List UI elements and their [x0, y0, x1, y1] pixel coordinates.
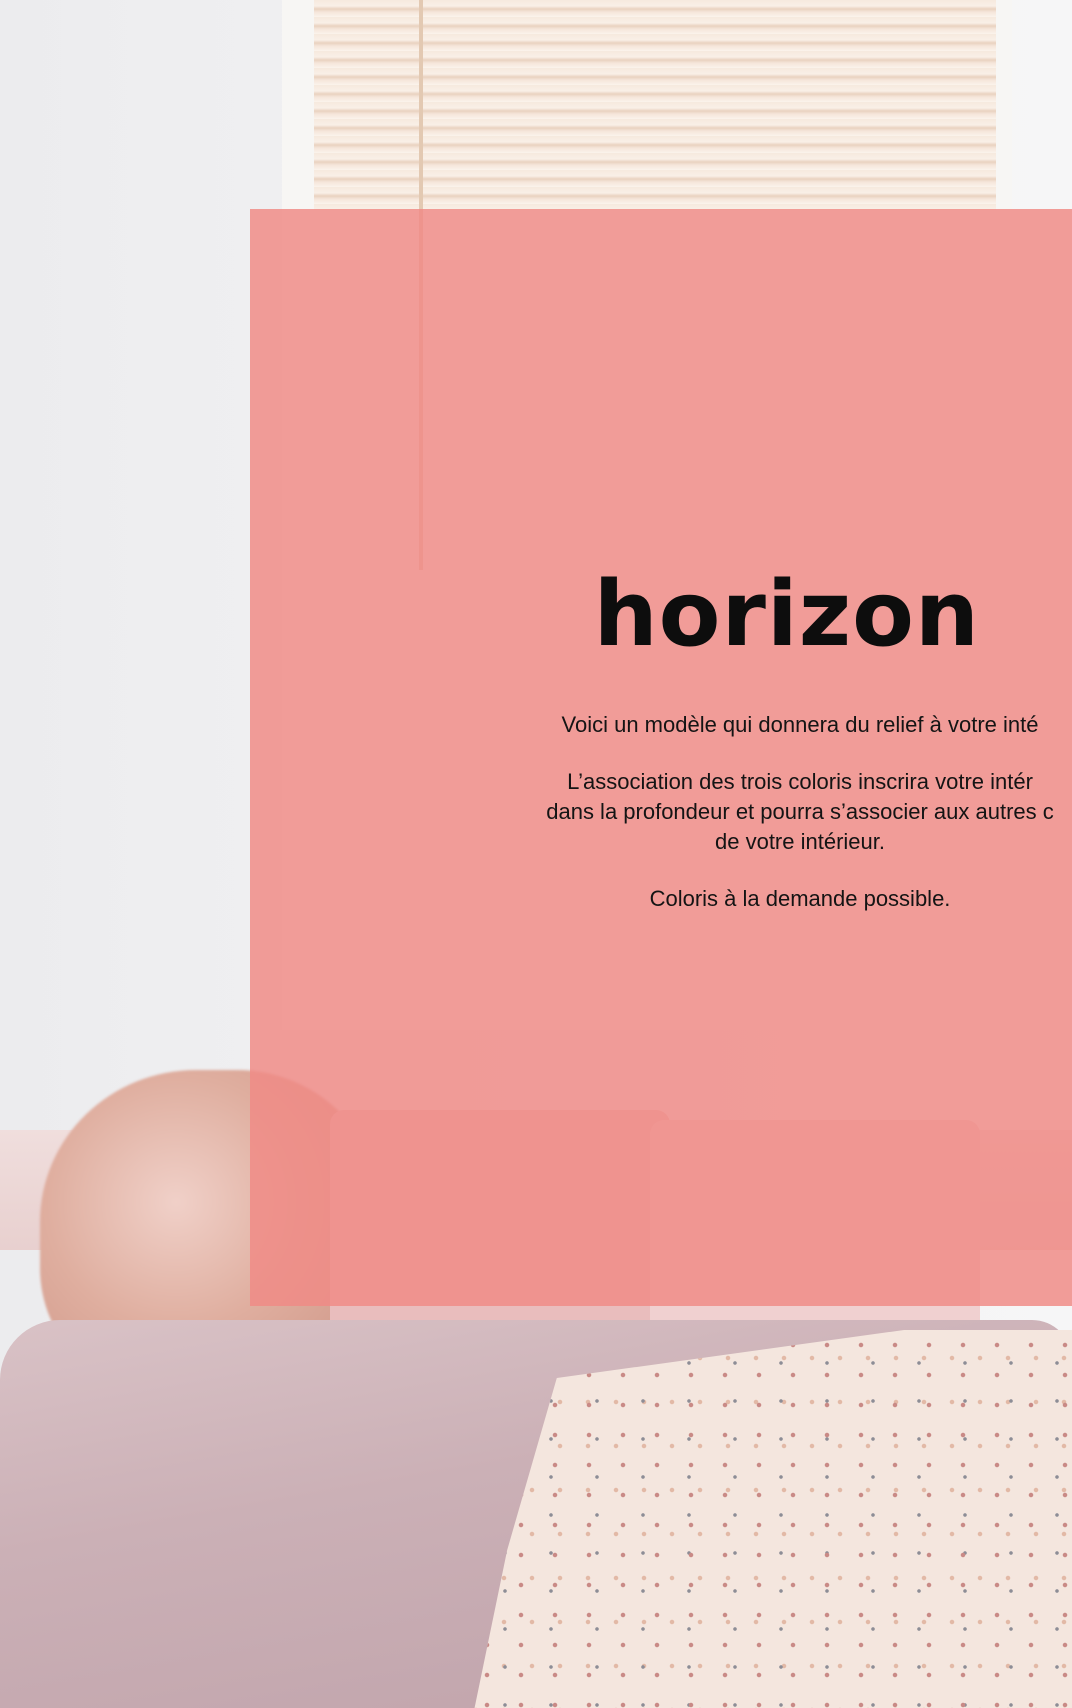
description-paragraph-2-line-1: L’association des trois coloris inscrira…	[567, 769, 1033, 794]
description-paragraph-1: Voici un modèle qui donnera du relief à …	[561, 712, 1039, 737]
polka-dot-duvet	[470, 1330, 1072, 1708]
description-paragraph-3: Coloris à la demande possible.	[649, 886, 951, 911]
product-description: Voici un modèle qui donnera du relief à …	[420, 710, 1072, 941]
product-title: horizon	[593, 562, 980, 667]
window-blinds	[314, 0, 996, 210]
description-paragraph-2-line-3: de votre intérieur.	[715, 829, 885, 854]
description-paragraph-2-line-2: dans la profondeur et pourra s’associer …	[546, 799, 1054, 824]
catalog-page: horizon Voici un modèle qui donnera du r…	[0, 0, 1072, 1708]
description-paragraph-2: L’association des trois coloris inscrira…	[420, 767, 1072, 857]
